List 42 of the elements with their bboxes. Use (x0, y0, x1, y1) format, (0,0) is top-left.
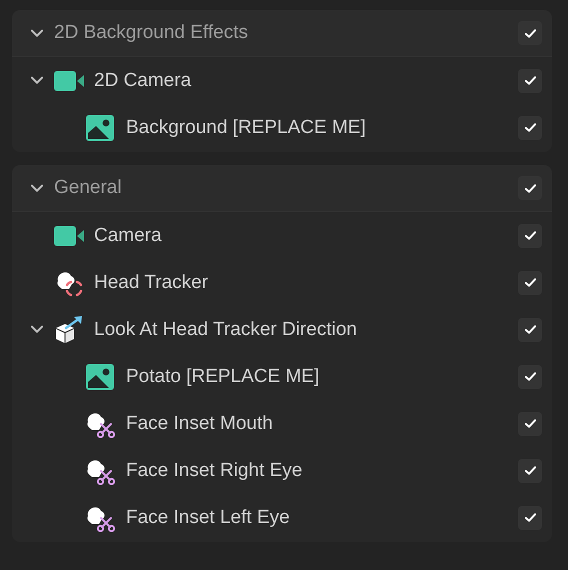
check-icon (524, 371, 536, 382)
image-icon (86, 364, 114, 390)
video-camera-icon (54, 70, 84, 90)
checkbox[interactable] (518, 21, 542, 45)
group-title: 2D Background Effects (54, 22, 249, 44)
image-icon (86, 114, 114, 140)
checkbox[interactable] (518, 506, 542, 530)
check-icon (524, 28, 536, 38)
check-icon (524, 277, 536, 288)
checkbox[interactable] (518, 270, 542, 294)
group-title: General (54, 177, 123, 199)
checkbox[interactable] (518, 458, 542, 482)
chevron-icon[interactable] (30, 325, 44, 334)
checkbox[interactable] (518, 68, 542, 92)
check-icon (524, 182, 536, 194)
checkbox[interactable] (518, 318, 542, 342)
checkbox[interactable] (518, 176, 542, 200)
checkbox[interactable] (518, 412, 542, 436)
checkbox[interactable] (518, 224, 542, 248)
layer-name[interactable]: Look At Head Tracker Direction (94, 318, 518, 340)
check-icon (524, 230, 536, 241)
checkbox[interactable] (518, 364, 542, 388)
check-icon (524, 324, 536, 335)
layer-name[interactable]: Background [REPLACE ME] (126, 116, 518, 138)
layer-name[interactable]: 2D Camera (94, 70, 518, 92)
cube-arrow-icon (54, 316, 84, 344)
check-icon (524, 465, 536, 476)
layer-name[interactable]: Head Tracker (94, 272, 518, 294)
check-icon (524, 122, 536, 133)
layer-name[interactable]: Face Inset Mouth (126, 412, 518, 434)
layer-name[interactable]: Face Inset Right Eye (126, 460, 518, 482)
check-icon (524, 512, 536, 523)
chevron-icon[interactable] (30, 28, 44, 38)
layer-name[interactable]: Potato [REPLACE ME] (126, 366, 518, 388)
layer-name[interactable]: Camera (94, 224, 518, 246)
check-icon (524, 75, 536, 86)
video-camera-icon (54, 226, 84, 246)
chevron-icon[interactable] (30, 76, 44, 85)
checkbox[interactable] (518, 116, 542, 140)
layer-name[interactable]: Face Inset Left Eye (126, 506, 518, 528)
check-icon (524, 418, 536, 429)
chevron-icon[interactable] (30, 184, 44, 192)
